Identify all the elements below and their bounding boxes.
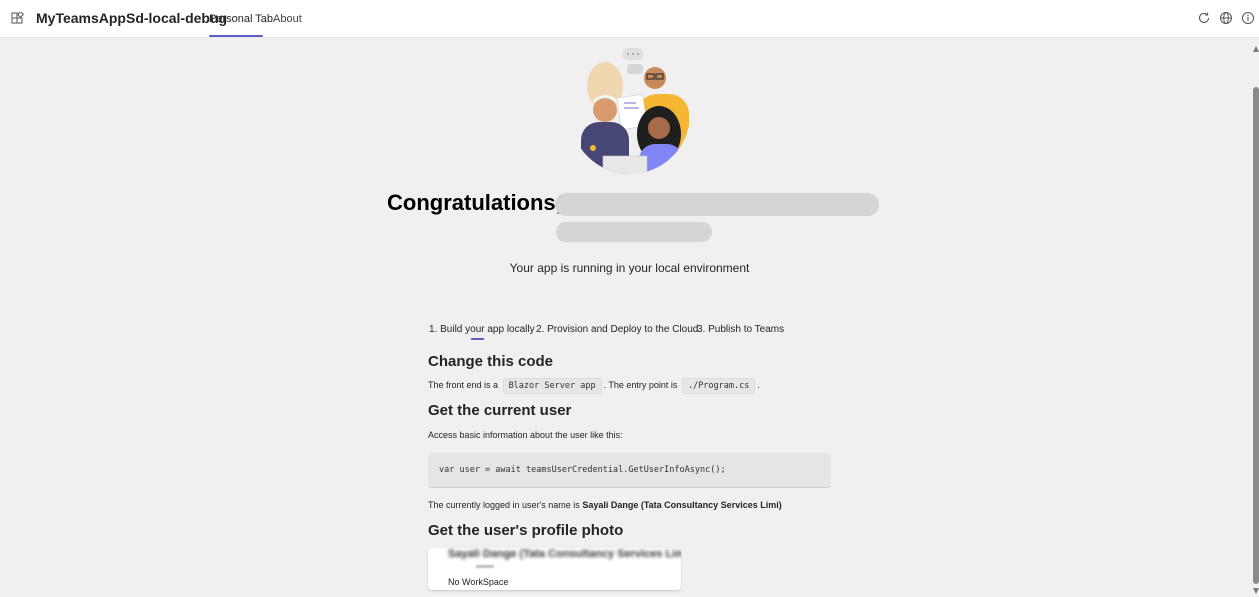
redacted-name-overlay: [556, 222, 712, 242]
scroll-up-arrow[interactable]: [1253, 46, 1259, 52]
text-segment: The currently logged in user's name is: [428, 500, 580, 510]
tab-about[interactable]: About: [273, 13, 302, 25]
section-title-profile-photo: Get the user's profile photo: [428, 522, 624, 539]
inline-code-blazor: Blazor Server app: [502, 378, 602, 394]
logged-in-user-text: The currently logged in user's name is S…: [428, 500, 782, 510]
scroll-down-arrow[interactable]: [1253, 588, 1259, 594]
text-segment: The front end is a: [428, 380, 499, 390]
globe-icon[interactable]: [1219, 11, 1233, 25]
text-segment: . The entry point is: [603, 380, 678, 390]
app-title: MyTeamsAppSd-local-debug: [36, 10, 228, 26]
apps-icon[interactable]: [11, 10, 25, 25]
congratulations-heading: Congratulations,: [387, 190, 562, 215]
profile-card: Sayali Dange (Tata Consultancy Services …: [428, 548, 681, 590]
step-build-locally[interactable]: 1. Build your app locally: [429, 324, 535, 335]
info-icon[interactable]: [1241, 11, 1255, 25]
step-publish-teams[interactable]: 3. Publish to Teams: [697, 324, 784, 335]
profile-card-subtitle: [476, 565, 494, 568]
profile-card-workspace: No WorkSpace: [448, 577, 509, 587]
section-title-change-code: Change this code: [428, 353, 554, 370]
user-name: Sayali Dange (Tata Consultancy Services …: [582, 500, 782, 510]
scrollbar-thumb[interactable]: [1253, 87, 1259, 584]
code-line: var user = await teamsUserCredential.Get…: [439, 465, 726, 475]
step-provision-deploy[interactable]: 2. Provision and Deploy to the Cloud: [536, 324, 698, 335]
tab-personal-tab[interactable]: Personal Tab: [209, 13, 273, 25]
active-step-indicator: [471, 338, 484, 340]
section-title-current-user: Get the current user: [428, 402, 572, 419]
current-user-description: Access basic information about the user …: [428, 430, 623, 440]
code-block: var user = await teamsUserCredential.Get…: [428, 453, 831, 488]
top-bar: MyTeamsAppSd-local-debug Personal Tab Ab…: [0, 0, 1259, 38]
profile-card-name: Sayali Dange (Tata Consultancy Services …: [448, 548, 681, 560]
refresh-icon[interactable]: [1197, 11, 1211, 25]
text-segment: .: [757, 380, 760, 390]
active-tab-indicator: [209, 35, 263, 37]
inline-code-program: ./Program.cs: [681, 378, 756, 394]
running-status-text: Your app is running in your local enviro…: [509, 261, 750, 275]
team-people-illustration: [567, 44, 693, 178]
redacted-name-overlay: [555, 193, 879, 216]
change-code-text: The front end is a Blazor Server app. Th…: [428, 378, 760, 394]
